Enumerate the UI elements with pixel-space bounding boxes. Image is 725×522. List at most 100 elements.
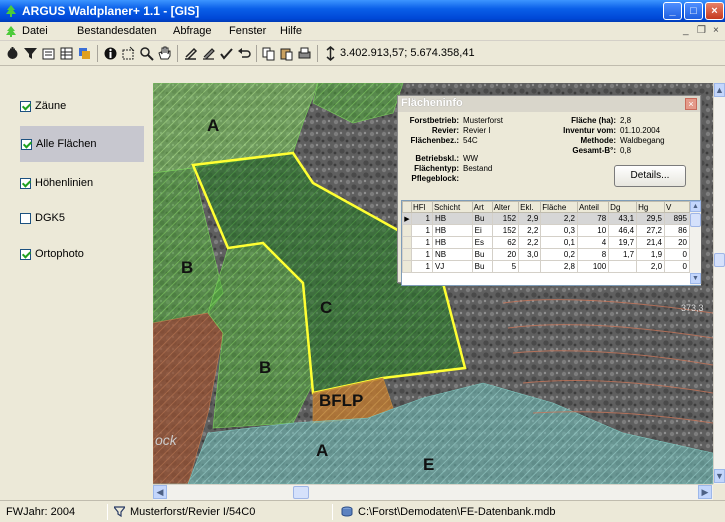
cell[interactable]: 20 <box>664 236 690 249</box>
menu-bestandesdaten[interactable]: Bestandesdaten <box>77 25 157 37</box>
filter-icon[interactable] <box>22 45 39 62</box>
cell[interactable]: 152 <box>491 212 520 225</box>
mdi-minimize-button[interactable]: _ <box>683 25 689 36</box>
scroll-right-icon[interactable]: ▶ <box>698 485 712 499</box>
cell[interactable]: 895 <box>664 212 690 225</box>
grid-scroll-up-icon[interactable]: ▲ <box>690 201 701 212</box>
cell[interactable]: 1 <box>411 236 433 249</box>
cell[interactable]: 20 <box>491 248 520 261</box>
table-row[interactable]: ▶ 1 HB Bu 152 2,9 2,2 78 43,1 29,5 895 <box>402 212 690 225</box>
cell[interactable]: Bu <box>471 212 493 225</box>
mdi-restore-button[interactable]: ❐ <box>697 25 706 36</box>
scroll-up-icon[interactable]: ▲ <box>714 83 725 97</box>
cell[interactable]: 0 <box>664 248 690 261</box>
cell[interactable]: 2,2 <box>518 236 542 249</box>
cell[interactable]: 78 <box>576 212 610 225</box>
cell[interactable]: 1 <box>411 260 433 273</box>
cell[interactable]: HB <box>431 236 473 249</box>
scroll-down-icon[interactable]: ▼ <box>714 469 725 483</box>
title-bar[interactable]: ARGUS Waldplaner+ 1.1 - [GIS] _ □ × <box>0 0 725 22</box>
cell[interactable]: 2,8 <box>540 260 578 273</box>
cell[interactable]: 152 <box>491 224 520 237</box>
layer-dgk5[interactable]: DGK5 <box>20 207 150 229</box>
cell[interactable]: Bu <box>471 248 493 261</box>
layers-icon[interactable] <box>76 45 93 62</box>
cell[interactable]: 62 <box>491 236 520 249</box>
cell[interactable]: 1 <box>411 212 433 225</box>
cell[interactable]: Es <box>471 236 493 249</box>
layer-zaeune-checkbox[interactable] <box>20 100 31 112</box>
col-v[interactable]: V <box>664 201 690 213</box>
info-icon[interactable] <box>102 45 119 62</box>
cell[interactable]: VJ <box>431 260 473 273</box>
select-rectangle-icon[interactable] <box>120 45 137 62</box>
zoom-icon[interactable] <box>138 45 155 62</box>
layer-hoehenlinien-checkbox[interactable] <box>20 177 31 189</box>
table-row[interactable]: 1 VJ Bu 5 2,8 100 2,0 0 <box>402 260 690 273</box>
maximize-button[interactable]: □ <box>684 2 703 20</box>
cell[interactable]: 10 <box>576 224 610 237</box>
copy-icon[interactable] <box>260 45 277 62</box>
layer-alle-flaechen-checkbox[interactable] <box>21 138 32 150</box>
grid-scroll-thumb[interactable] <box>690 213 701 227</box>
cell[interactable]: 5 <box>491 260 520 273</box>
table-row[interactable]: 1 NB Bu 20 3,0 0,2 8 1,7 1,9 0 <box>402 248 690 261</box>
table-icon[interactable] <box>58 45 75 62</box>
close-button[interactable]: × <box>705 2 724 20</box>
cell[interactable]: 86 <box>664 224 690 237</box>
col-dg[interactable]: Dg <box>608 201 638 213</box>
minimize-button[interactable]: _ <box>663 2 682 20</box>
cell[interactable]: 4 <box>576 236 610 249</box>
cell[interactable]: 2,2 <box>540 212 578 225</box>
grid-scroll-down-icon[interactable]: ▼ <box>690 273 701 284</box>
cell[interactable]: 0,2 <box>540 248 578 261</box>
table-row[interactable]: 1 HB Ei 152 2,2 0,3 10 46,4 27,2 86 <box>402 224 690 237</box>
cell[interactable]: 0,3 <box>540 224 578 237</box>
table-row[interactable]: 1 HB Es 62 2,2 0,1 4 19,7 21,4 20 <box>402 236 690 249</box>
cell[interactable]: HB <box>431 224 473 237</box>
menu-datei[interactable]: Datei <box>22 25 48 37</box>
document-icon[interactable] <box>4 25 18 38</box>
col-flaeche[interactable]: Fläche <box>540 201 578 213</box>
flaecheninfo-header[interactable]: Flächeninfo × <box>398 96 700 112</box>
layer-alle-flaechen[interactable]: Alle Flächen <box>20 126 144 162</box>
horizontal-scroll-thumb[interactable] <box>293 486 309 499</box>
cell[interactable]: 2,2 <box>518 224 542 237</box>
cell[interactable] <box>608 260 638 273</box>
cell[interactable]: 21,4 <box>636 236 666 249</box>
vertical-scroll-thumb[interactable] <box>714 253 725 267</box>
cell[interactable]: 3,0 <box>518 248 542 261</box>
mdi-close-button[interactable]: × <box>713 25 719 36</box>
cell[interactable]: 19,7 <box>608 236 638 249</box>
layer-dgk5-checkbox[interactable] <box>20 212 31 224</box>
grid-vertical-scrollbar[interactable]: ▲ ▼ <box>690 201 701 285</box>
layer-hoehenlinien[interactable]: Höhenlinien <box>20 172 150 194</box>
cell[interactable]: 1 <box>411 248 433 261</box>
cell[interactable]: 1,7 <box>608 248 638 261</box>
cell[interactable]: 100 <box>576 260 610 273</box>
cell[interactable]: 1 <box>411 224 433 237</box>
col-alter[interactable]: Alter <box>491 201 520 213</box>
paste-icon[interactable] <box>278 45 295 62</box>
check-edit-icon[interactable] <box>218 45 235 62</box>
cell[interactable]: 0,1 <box>540 236 578 249</box>
col-schicht[interactable]: Schicht <box>431 201 473 213</box>
cell[interactable] <box>518 260 542 273</box>
layer-ortophoto-checkbox[interactable] <box>20 248 31 260</box>
flaecheninfo-close-button[interactable]: × <box>685 98 697 110</box>
undo-icon[interactable] <box>236 45 253 62</box>
col-art[interactable]: Art <box>471 201 493 213</box>
col-anteil[interactable]: Anteil <box>576 201 610 213</box>
scroll-left-icon[interactable]: ◀ <box>153 485 167 499</box>
edit-polygon-icon[interactable] <box>182 45 199 62</box>
add-icon[interactable] <box>4 45 21 62</box>
col-hg[interactable]: Hg <box>636 201 666 213</box>
menu-fenster[interactable]: Fenster <box>229 25 266 37</box>
cell[interactable]: 1,9 <box>636 248 666 261</box>
cell[interactable]: 2,9 <box>518 212 542 225</box>
map-vertical-scrollbar[interactable]: ▲ ▼ <box>713 83 725 484</box>
cell[interactable]: 43,1 <box>608 212 638 225</box>
menu-hilfe[interactable]: Hilfe <box>280 25 302 37</box>
edit-line-icon[interactable] <box>200 45 217 62</box>
cell[interactable]: Bu <box>471 260 493 273</box>
